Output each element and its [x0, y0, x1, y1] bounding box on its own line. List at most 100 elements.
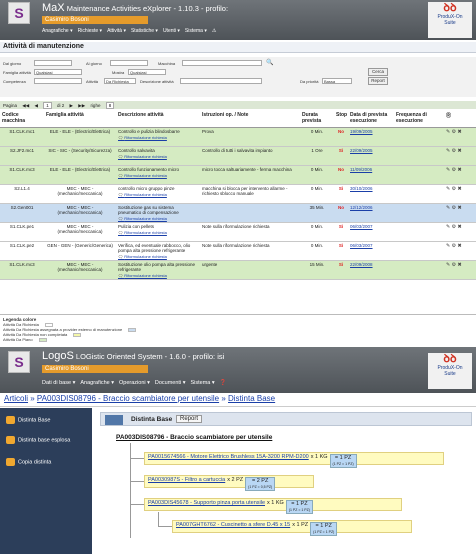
table-row[interactable]: S1.CLK.pe2 GEN - GEN - (Generic/Generica)… — [0, 241, 476, 261]
table-row[interactable]: S1.CLK.mc1 ELE - ELE - (Electric/Elettric… — [0, 127, 476, 147]
to-day-input[interactable] — [110, 60, 148, 66]
table-row[interactable]: S2.JF2.mc1 SIC - SIC - (Security/Sicurezz… — [0, 146, 476, 166]
show-select[interactable]: Qualsiasi — [128, 69, 166, 75]
family-select[interactable]: Qualsiasi — [34, 69, 82, 75]
column-header[interactable]: Data di prevista esecuzione — [348, 111, 394, 128]
report-button[interactable]: Report — [368, 77, 388, 85]
machine-input[interactable] — [182, 60, 262, 66]
component-link[interactable]: PA0015674566 - Motore Elettrico Brushles… — [148, 454, 309, 460]
description-input[interactable] — [180, 78, 262, 84]
bom-root[interactable]: PA003DIS08796 - Braccio scambiatore per … — [116, 434, 272, 441]
max-menu-item-0[interactable]: Anagrafiche ▾ — [42, 28, 73, 34]
breadcrumb-article[interactable]: PA003DIS08796 - Braccio scambiatore per … — [37, 394, 219, 403]
reformulate-link[interactable]: 🗨 Riformulazione richiesta — [118, 273, 198, 278]
delete-icon[interactable]: ✖ — [457, 186, 461, 192]
conversion-rule: (1 PZ = 1 PZ) — [288, 508, 310, 512]
column-header[interactable]: Ⓡ — [444, 111, 476, 128]
reformulate-link[interactable]: 🗨 Riformulazione richiesta — [118, 254, 198, 259]
logos-menu-item-3[interactable]: Documenti ▾ — [155, 380, 186, 386]
description-cell: controllo micro gruppo pinze 🗨 Riformulaz… — [116, 184, 200, 204]
description-cell: Verifica, ed eventuale rabbocco, olio po… — [116, 241, 200, 261]
legend-swatch — [128, 327, 137, 332]
delete-icon[interactable]: ✖ — [457, 224, 461, 230]
column-header[interactable]: Famiglia attività — [44, 111, 116, 128]
date-link[interactable]: 22/09/2008 — [350, 262, 373, 267]
delete-icon[interactable]: ✖ — [457, 262, 461, 268]
rows-input[interactable]: 8 — [105, 102, 115, 109]
column-header[interactable]: Descrizione attività — [116, 111, 200, 128]
component-link[interactable]: PA007GHT6762 - Cuscinetto a sfere D.45 x… — [176, 522, 290, 528]
delete-icon[interactable]: ✖ — [457, 148, 461, 154]
column-header[interactable]: Durata prevista — [300, 111, 334, 128]
last-page-icon[interactable]: ▶▶ — [78, 103, 85, 108]
next-page-icon[interactable]: ▶ — [70, 103, 73, 108]
sidebar-item-distinta-base[interactable]: Distinta Base — [6, 416, 50, 424]
delete-icon[interactable]: ✖ — [457, 243, 461, 249]
logos-user-name[interactable]: Casimiro Bosoni — [42, 365, 148, 373]
breadcrumb-distinta[interactable]: Distinta Base — [228, 394, 275, 403]
max-menu-item-3[interactable]: Statistiche ▾ — [131, 28, 158, 34]
date-link[interactable]: 06/03/2007 — [350, 224, 373, 229]
max-menu-item-5[interactable]: Sistema ▾ — [185, 28, 207, 34]
table-row[interactable]: S2.Gen001 MEC - MEC - (mechanic/meccanica… — [0, 203, 476, 223]
table-row[interactable]: S1.CLK.mc3 MEC - MEC - (mechanic/meccanic… — [0, 260, 476, 280]
column-header[interactable]: Codice macchina — [0, 111, 44, 128]
date-link[interactable]: 30/10/2006 — [350, 186, 373, 191]
delete-icon[interactable]: ✖ — [457, 205, 461, 211]
frequency-cell — [394, 165, 444, 185]
delete-icon[interactable]: ✖ — [457, 167, 461, 173]
max-menu-item-6[interactable]: ⚠ — [212, 28, 216, 34]
date-link[interactable]: 11/09/2006 — [350, 167, 372, 172]
notes-cell — [200, 203, 300, 223]
column-header[interactable]: Stop — [334, 111, 348, 128]
column-header[interactable]: Istruzioni op. / Note — [200, 111, 300, 128]
logos-menu-item-1[interactable]: Anagrafiche ▾ — [80, 380, 114, 386]
reformulate-link[interactable]: 🗨 Riformulazione richiesta — [118, 173, 198, 178]
notes-cell: macchina si blocca per intervento allarm… — [200, 184, 300, 204]
table-row[interactable]: S1.CLK.pe1 MEC - MEC - (mechanic/meccanic… — [0, 222, 476, 242]
reformulate-link[interactable]: 🗨 Riformulazione richiesta — [118, 192, 198, 197]
max-menu-item-2[interactable]: Attività ▾ — [107, 28, 126, 34]
table-row[interactable]: S1.CLK.mc3 ELE - ELE - (Electric/Elettric… — [0, 165, 476, 185]
component-link[interactable]: PA003DIS45678 - Supporto pinza porta ute… — [148, 500, 265, 506]
competence-select[interactable] — [34, 78, 82, 84]
date-link[interactable]: 12/12/2006 — [350, 205, 373, 210]
table-row[interactable]: S2.L1.4 MEC - MEC - (mechanic/meccanica) c… — [0, 184, 476, 204]
logos-menu-item-5[interactable]: ❓ — [220, 380, 227, 386]
sidebar-item-distinta-esplosa[interactable]: Distinta base esplosa — [6, 436, 86, 444]
max-menu-item-1[interactable]: Richieste ▾ — [78, 28, 102, 34]
reformulate-link[interactable]: 🗨 Riformulazione richiesta — [118, 230, 198, 235]
component-link[interactable]: PA0030987S - Filtro a cartuccia — [148, 477, 225, 483]
priority-select[interactable]: Bassa — [322, 78, 352, 84]
tree-line — [158, 512, 159, 526]
first-page-icon[interactable]: ◀◀ — [22, 103, 29, 108]
sidebar: Distinta Base Distinta base esplosa Copi… — [0, 408, 92, 554]
user-name[interactable]: Casimiro Bosoni — [42, 16, 148, 24]
competence-label: Competenza — [3, 79, 26, 84]
search-icon[interactable]: 🔍 — [266, 59, 273, 66]
max-menu-item-4[interactable]: Utenti ▾ — [163, 28, 180, 34]
date-link[interactable]: 19/09/2005 — [350, 129, 373, 134]
reformulate-link[interactable]: 🗨 Riformulazione richiesta — [118, 135, 198, 140]
logos-menu-item-0[interactable]: Dati di base ▾ — [42, 380, 75, 386]
reformulate-link[interactable]: 🗨 Riformulazione richiesta — [118, 154, 198, 159]
delete-icon[interactable]: ✖ — [457, 129, 461, 135]
description-text: Sostituzione gas su sistema pneumatico d… — [118, 204, 179, 215]
date-link[interactable]: 06/03/2007 — [350, 243, 373, 248]
search-button[interactable]: Cerca — [368, 68, 388, 76]
breadcrumb-articoli[interactable]: Articoli — [4, 394, 28, 403]
activity-select[interactable]: Da Richiesta — [104, 78, 136, 84]
logos-menu-item-2[interactable]: Operazioni ▾ — [119, 380, 150, 386]
sidebar-item-copia-distinta[interactable]: Copia distinta — [6, 458, 51, 466]
logos-menu-item-4[interactable]: Sistema ▾ — [190, 380, 214, 386]
bom-node: PA003DIS45678 - Supporto pinza porta ute… — [144, 498, 402, 514]
logos-logo: S — [8, 351, 30, 373]
quantity: x 1 PZ — [292, 522, 309, 528]
column-header[interactable]: Frequenza di esecuzione — [394, 111, 444, 128]
prev-page-icon[interactable]: ◀ — [34, 103, 37, 108]
bom-report-button[interactable]: Report — [176, 415, 203, 423]
date-link[interactable]: 22/09/2005 — [350, 148, 373, 153]
reformulate-link[interactable]: 🗨 Riformulazione richiesta — [118, 216, 198, 221]
from-day-input[interactable] — [34, 60, 72, 66]
page-number-input[interactable]: 1 — [43, 102, 52, 109]
